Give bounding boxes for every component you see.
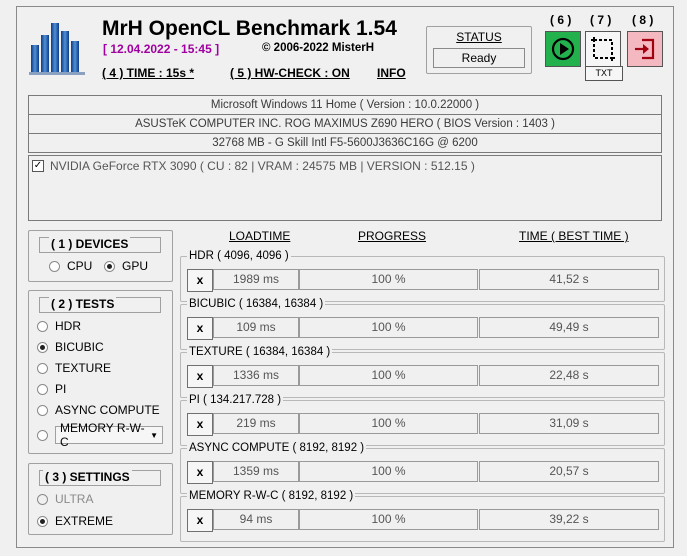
devices-group: ( 1 ) DEVICES CPU GPU [28,230,173,282]
app-title: MrH OpenCL Benchmark 1.54 [102,17,397,40]
time-value: 49,49 s [479,317,659,338]
device-option-cpu[interactable]: CPU [49,259,92,273]
benchmark-title: BICUBIC ( 16384, 16384 ) [187,298,326,310]
benchmark-title: ASYNC COMPUTE ( 8192, 8192 ) [187,442,367,454]
benchmark-title: TEXTURE ( 16384, 16384 ) [187,346,333,358]
app-logo [27,15,89,77]
column-time: TIME ( BEST TIME ) [519,229,629,243]
loadtime-value: 109 ms [213,317,299,338]
column-loadtime: LOADTIME [229,229,291,243]
time-value: 22,48 s [479,365,659,386]
settings-title: ( 3 ) SETTINGS [43,470,132,484]
progress-value: 100 % [299,365,478,386]
progress-value: 100 % [299,317,478,338]
radio-icon [37,320,48,332]
test-option-pi[interactable]: PI [37,382,66,396]
benchmark-hdr: HDR ( 4096, 4096 ) x 1989 ms 100 % 41,52… [180,250,665,302]
test-option-hdr[interactable]: HDR [37,319,81,333]
progress-value: 100 % [299,509,478,530]
time-value: 39,22 s [479,509,659,530]
datetime-label: [ 12.04.2022 - 15:45 ] [103,42,220,56]
status-panel: STATUS Ready [426,26,532,74]
benchmark-async-compute: ASYNC COMPUTE ( 8192, 8192 ) x 1359 ms 1… [180,442,665,494]
reset-button[interactable]: x [187,509,213,532]
benchmark-pi: PI ( 134.217.728 ) x 219 ms 100 % 31,09 … [180,394,665,446]
devices-title: ( 1 ) DEVICES [49,237,131,251]
status-label: STATUS [456,30,502,44]
benchmark-memory-rwc: MEMORY R-W-C ( 8192, 8192 ) x 94 ms 100 … [180,490,665,542]
setting-option-ultra: ULTRA [37,492,93,506]
loadtime-value: 1359 ms [213,461,299,482]
radio-icon [37,404,48,416]
exit-button[interactable] [627,31,663,67]
exit-number: ( 8 ) [632,13,654,27]
exit-icon [635,38,655,60]
status-value: Ready [433,48,525,68]
test-option-memory-rwc[interactable]: MEMORY R-W-C ▼ [37,421,163,449]
radio-selected-icon [104,260,115,272]
benchmark-bicubic: BICUBIC ( 16384, 16384 ) x 109 ms 100 % … [180,298,665,350]
hw-check-link[interactable]: ( 5 ) HW-CHECK : ON [230,66,350,80]
time-value: 41,52 s [479,269,659,290]
progress-value: 100 % [299,413,478,434]
progress-value: 100 % [299,269,478,290]
run-number: ( 6 ) [550,13,572,27]
radio-icon [37,362,48,374]
device-option-gpu[interactable]: GPU [104,259,148,273]
settings-group: ( 3 ) SETTINGS ULTRA EXTREME [28,463,173,535]
radio-icon [37,383,48,395]
benchmark-texture: TEXTURE ( 16384, 16384 ) x 1336 ms 100 %… [180,346,665,398]
tests-group: ( 2 ) TESTS HDR BICUBIC TEXTURE PI ASYNC… [28,290,173,454]
radio-icon [37,493,48,505]
run-button[interactable] [545,31,581,67]
benchmark-title: PI ( 134.217.728 ) [187,394,284,406]
reset-button[interactable]: x [187,413,213,436]
capture-button[interactable] [585,31,621,67]
device-checkbox[interactable]: ✓ [32,160,44,172]
memory-rwc-dropdown[interactable]: MEMORY R-W-C ▼ [55,421,163,449]
time-value: 31,09 s [479,413,659,434]
progress-value: 100 % [299,461,478,482]
capture-number: ( 7 ) [590,13,612,27]
test-option-async-compute[interactable]: ASYNC COMPUTE [37,403,160,417]
reset-button[interactable]: x [187,317,213,340]
reset-button[interactable]: x [187,269,213,292]
device-item[interactable]: ✓ NVIDIA GeForce RTX 3090 ( CU : 82 | VR… [32,159,475,173]
reset-button[interactable]: x [187,461,213,484]
capture-txt-label[interactable]: TXT [585,66,623,81]
benchmark-title: MEMORY R-W-C ( 8192, 8192 ) [187,490,356,502]
radio-icon [49,260,60,272]
test-option-texture[interactable]: TEXTURE [37,361,111,375]
os-info: Microsoft Windows 11 Home ( Version : 10… [29,96,661,115]
column-progress: PROGRESS [358,229,427,243]
chevron-down-icon: ▼ [150,430,158,440]
time-setting-link[interactable]: ( 4 ) TIME : 15s * [102,66,194,80]
tests-title: ( 2 ) TESTS [49,297,117,311]
copyright-label: © 2006-2022 MisterH [262,42,375,54]
device-label: NVIDIA GeForce RTX 3090 ( CU : 82 | VRAM… [50,159,475,173]
reset-button[interactable]: x [187,365,213,388]
crop-icon [591,37,615,61]
benchmark-title: HDR ( 4096, 4096 ) [187,250,291,262]
radio-icon [37,429,48,441]
setting-option-extreme[interactable]: EXTREME [37,514,113,528]
info-link[interactable]: INFO [377,66,406,80]
loadtime-value: 219 ms [213,413,299,434]
memory-info: 32768 MB - G Skill Intl F5-5600J3636C16G… [212,137,478,149]
device-list: ✓ NVIDIA GeForce RTX 3090 ( CU : 82 | VR… [28,155,662,221]
board-info: ASUSTeK COMPUTER INC. ROG MAXIMUS Z690 H… [29,115,661,134]
test-option-bicubic[interactable]: BICUBIC [37,340,104,354]
loadtime-value: 94 ms [213,509,299,530]
loadtime-value: 1989 ms [213,269,299,290]
radio-selected-icon [37,341,48,353]
radio-selected-icon [37,515,48,527]
time-value: 20,57 s [479,461,659,482]
loadtime-value: 1336 ms [213,365,299,386]
system-info-box: Microsoft Windows 11 Home ( Version : 10… [28,95,662,153]
play-icon [551,37,575,61]
